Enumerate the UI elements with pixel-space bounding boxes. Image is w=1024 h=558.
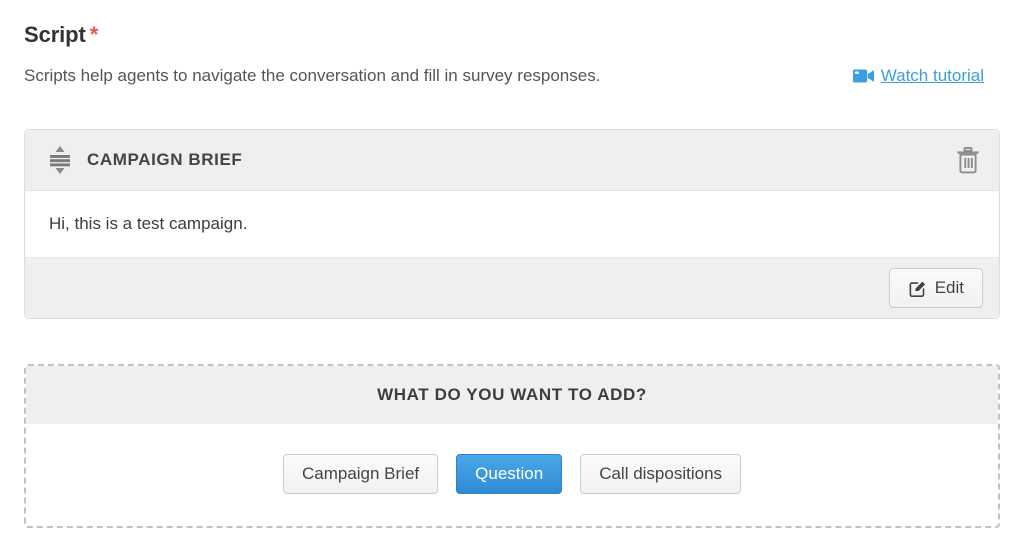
add-campaign-brief-button[interactable]: Campaign Brief [283, 454, 438, 494]
campaign-brief-card: CAMPAIGN BRIEF Hi, this is a test campai… [24, 129, 1000, 319]
add-question-button[interactable]: Question [456, 454, 562, 494]
edit-button[interactable]: Edit [889, 268, 983, 308]
add-panel-title: WHAT DO YOU WANT TO ADD? [377, 385, 647, 405]
card-body: Hi, this is a test campaign. [25, 191, 999, 257]
video-camera-icon [853, 68, 875, 84]
watch-tutorial-label: Watch tutorial [881, 64, 984, 88]
add-call-dispositions-button[interactable]: Call dispositions [580, 454, 741, 494]
section-subtitle-row: Scripts help agents to navigate the conv… [24, 64, 1000, 90]
card-title: CAMPAIGN BRIEF [87, 150, 955, 170]
section-subtitle: Scripts help agents to navigate the conv… [24, 64, 600, 88]
required-asterisk: * [90, 22, 98, 47]
add-block-panel: WHAT DO YOU WANT TO ADD? Campaign Brief … [24, 364, 1000, 528]
edit-button-label: Edit [935, 278, 964, 298]
sort-drag-handle-icon[interactable] [47, 145, 73, 175]
card-body-text: Hi, this is a test campaign. [49, 213, 975, 235]
page-title-text: Script [24, 22, 86, 47]
trash-icon [955, 146, 981, 174]
script-editor-page: Script* Scripts help agents to navigate … [0, 0, 1024, 558]
add-panel-options: Campaign Brief Question Call disposition… [26, 424, 998, 524]
card-footer: Edit [25, 257, 999, 318]
card-header: CAMPAIGN BRIEF [25, 130, 999, 191]
section-header: Script* [24, 22, 1000, 48]
page-title: Script* [24, 22, 1000, 48]
add-panel-header: WHAT DO YOU WANT TO ADD? [26, 366, 998, 424]
pencil-square-icon [908, 279, 927, 298]
add-call-dispositions-label: Call dispositions [599, 464, 722, 484]
delete-card-button[interactable] [955, 146, 981, 174]
add-campaign-brief-label: Campaign Brief [302, 464, 419, 484]
add-question-label: Question [475, 464, 543, 484]
watch-tutorial-link[interactable]: Watch tutorial [853, 64, 984, 88]
